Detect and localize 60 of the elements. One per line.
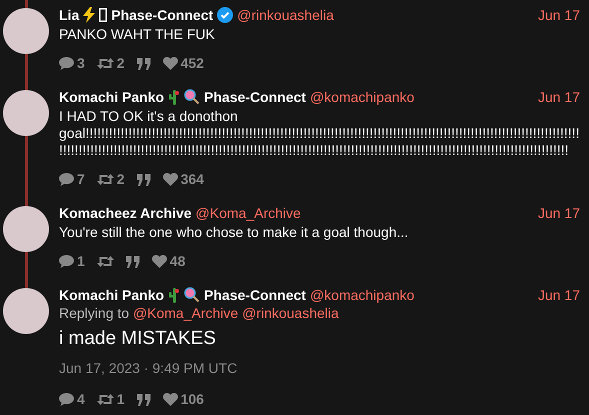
glyph-box-icon — [99, 8, 108, 22]
stat-count: 106 — [180, 390, 204, 409]
comment-icon[interactable] — [59, 393, 74, 406]
tweet-date[interactable]: Jun 17 — [538, 204, 580, 222]
avatar[interactable] — [3, 206, 49, 252]
replying-label: Replying to — [59, 305, 130, 321]
quote-icon[interactable] — [136, 174, 151, 186]
tweet-date[interactable]: Jun 17 — [538, 88, 580, 106]
avatar[interactable] — [3, 90, 49, 136]
heart-icon[interactable] — [162, 57, 178, 70]
user-name[interactable]: Komachi Panko — [59, 286, 164, 304]
mention-link[interactable]: @Koma_Archive — [132, 305, 238, 321]
user-name[interactable]: Lia — [59, 6, 80, 24]
heart-icon[interactable] — [162, 393, 178, 406]
cactus-icon — [168, 89, 180, 105]
stat-count: 452 — [180, 54, 204, 73]
cactus-icon — [168, 287, 180, 303]
user-name[interactable]: Komacheez Archive — [59, 204, 192, 222]
quote-icon[interactable] — [136, 394, 151, 406]
tweet-date[interactable]: Jun 17 — [538, 6, 580, 24]
stat-count: 2 — [116, 54, 125, 73]
organization-name: Phase-Connect — [111, 6, 214, 24]
avatar[interactable] — [3, 288, 49, 334]
lollipop-icon — [184, 89, 200, 105]
tweet-text: PANKO WAHT THE FUK — [59, 26, 216, 43]
heart-icon[interactable] — [162, 173, 178, 186]
stat-count: 1 — [77, 252, 85, 271]
organization-name: Phase-Connect — [204, 88, 306, 106]
tweet-text: You're still the one who chose to make it a goal though... — [59, 224, 410, 241]
comment-icon[interactable] — [59, 57, 74, 70]
quote-icon[interactable] — [126, 256, 140, 268]
lollipop-icon — [184, 287, 200, 303]
user-handle[interactable]: @komachipanko — [310, 88, 414, 106]
comment-icon[interactable] — [59, 173, 74, 186]
user-handle[interactable]: @rinkouashelia — [237, 6, 334, 24]
organization-name: Phase-Connect — [204, 286, 306, 304]
tweet-timestamp[interactable]: Jun 17, 2023 · 9:49 PM UTC — [59, 358, 580, 379]
retweet-icon[interactable] — [96, 173, 114, 186]
retweet-icon[interactable] — [96, 255, 114, 268]
user-handle[interactable]: @Koma_Archive — [196, 204, 301, 222]
stat-count: 4 — [77, 390, 85, 409]
stat-count: 364 — [180, 170, 204, 189]
stat-count: 3 — [77, 54, 85, 73]
tweet-text: I HAD TO OK it's a donothon goal!!!!!!!!!!!!!!!!!!!!!!!!!!!!!!!!!!!!!!!!!!!!!!!!!!!!!!!!!!!!!!!!!!!!!!!!!!!!!!!!!!!!!!!!!!!!!!!!!!!!!!!!!!!!!!!!!!!!!!!!!!!!!!!!!!!!!!!!!!!!!!!!!!!!!!!!!!!!!!!!!!!!!!!!!!!!!!!!!!!!!!!!!!!!!!!!!!!!!!!!!!!!!!!!!!!!!!!!!!!!!!!!!!!!!!!!!!!!!!!!!!!!!!!!!!!!!!!!!! — [59, 108, 580, 159]
tweet-text: i made MISTAKES — [59, 327, 217, 351]
bolt-icon — [83, 7, 96, 23]
avatar[interactable] — [3, 8, 49, 54]
user-handle[interactable]: @komachipanko — [310, 286, 414, 304]
retweet-icon[interactable] — [96, 393, 114, 406]
user-name[interactable]: Komachi Panko — [59, 88, 164, 106]
stat-count: 1 — [116, 390, 125, 409]
comment-icon[interactable] — [59, 255, 74, 268]
mention-link[interactable]: @rinkouashelia — [242, 305, 339, 321]
quote-icon[interactable] — [136, 58, 151, 70]
stat-count: 2 — [116, 170, 125, 189]
tweet-date[interactable]: Jun 17 — [538, 286, 580, 304]
retweet-icon[interactable] — [96, 57, 114, 70]
stat-count: 48 — [170, 252, 186, 271]
heart-icon[interactable] — [152, 255, 167, 268]
stat-count: 7 — [77, 170, 85, 189]
